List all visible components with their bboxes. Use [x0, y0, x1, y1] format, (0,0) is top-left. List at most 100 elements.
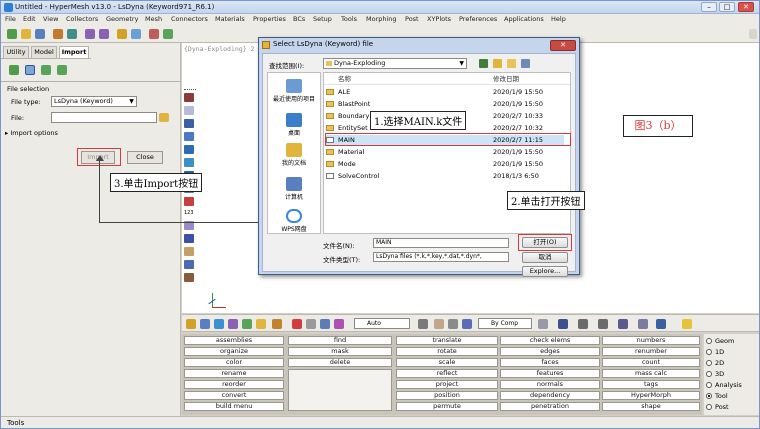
radio-post[interactable]: Post [706, 402, 729, 412]
look-in-select[interactable]: Dyna-Exploding ▼ [323, 58, 467, 69]
tags-button[interactable]: tags [602, 380, 700, 389]
toolbar-icon-13[interactable] [434, 319, 444, 329]
file-row-ale[interactable]: ALE 2020/1/9 15:50 [326, 87, 564, 97]
tab-import[interactable]: Import [59, 46, 89, 58]
display-icon[interactable] [184, 93, 194, 102]
star-icon[interactable] [682, 319, 692, 329]
numbers-label[interactable]: 123 [184, 210, 194, 217]
menu-post[interactable]: Post [405, 15, 419, 23]
place-desktop[interactable]: 桌面 [268, 113, 320, 137]
radio-analysis[interactable]: Analysis [706, 380, 742, 390]
count-button[interactable]: count [602, 358, 700, 367]
organize-button[interactable]: organize [184, 347, 284, 356]
toolbar-icon-11[interactable] [334, 319, 344, 329]
menu-materials[interactable]: Materials [215, 15, 245, 23]
toolbar-icon-15[interactable] [462, 319, 472, 329]
radio-tool[interactable]: Tool [706, 391, 728, 401]
toolbar-icon-21[interactable] [638, 319, 648, 329]
toolbar-icon-22[interactable] [656, 319, 666, 329]
tab-utility[interactable]: Utility [3, 46, 29, 58]
pan-icon[interactable] [117, 29, 127, 39]
file-input[interactable] [51, 112, 157, 123]
undo-icon[interactable] [85, 29, 95, 39]
radio-2d[interactable]: 2D [706, 358, 724, 368]
menu-morphing[interactable]: Morphing [366, 15, 397, 23]
zoom-icon[interactable] [149, 29, 159, 39]
file-row-mode[interactable]: Mode 2020/1/9 15:50 [326, 159, 564, 169]
toolbar-icon-9[interactable] [306, 319, 316, 329]
menu-connectors[interactable]: Connectors [171, 15, 208, 23]
menu-preferences[interactable]: Preferences [459, 15, 497, 23]
import-geometry-icon[interactable] [25, 65, 35, 75]
reorder-button[interactable]: reorder [184, 380, 284, 389]
numbers-button[interactable]: numbers [602, 336, 700, 345]
toolbar-icon-12[interactable] [418, 319, 428, 329]
hidden-line-icon[interactable] [184, 158, 194, 167]
place-recent[interactable]: 最近使用的项目 [268, 79, 320, 103]
radio-1d[interactable]: 1D [706, 347, 724, 357]
tab-model[interactable]: Model [31, 46, 57, 58]
place-computer[interactable]: 计算机 [268, 177, 320, 201]
color-icon[interactable] [184, 260, 194, 269]
new-folder-icon[interactable] [507, 59, 516, 68]
file-type-select[interactable]: LsDyna (Keyword) ▼ [51, 96, 137, 107]
file-row-material[interactable]: Material 2020/1/9 15:50 [326, 147, 564, 157]
toolbar-icon-7[interactable] [272, 319, 282, 329]
auto-select[interactable]: Auto [354, 318, 410, 329]
mass-calc-button[interactable]: mass calc [602, 369, 700, 378]
convert-button[interactable]: convert [184, 391, 284, 400]
menu-properties[interactable]: Properties [253, 15, 286, 23]
find-button[interactable]: find [288, 336, 392, 345]
redo-icon[interactable] [99, 29, 109, 39]
tag-icon[interactable] [184, 197, 194, 206]
radio-3d[interactable]: 3D [706, 369, 724, 379]
edges-button[interactable]: edges [500, 347, 600, 356]
toolbar-icon-18[interactable] [578, 319, 588, 329]
plot-icon[interactable] [184, 273, 194, 282]
toolbar-icon-14[interactable] [448, 319, 458, 329]
file-row-blastpoint[interactable]: BlastPoint 2020/1/9 15:50 [326, 99, 564, 109]
close-button[interactable]: ✕ [738, 2, 754, 12]
maximize-button[interactable]: □ [719, 2, 735, 12]
save-icon[interactable] [35, 29, 45, 39]
view-menu-icon[interactable] [521, 59, 530, 68]
import-solver-icon[interactable] [41, 65, 51, 75]
menu-geometry[interactable]: Geometry [106, 15, 138, 23]
wireframe-icon[interactable] [184, 145, 194, 154]
axes-icon[interactable] [184, 234, 194, 243]
scale-button[interactable]: scale [396, 358, 498, 367]
radio-geom[interactable]: Geom [706, 336, 734, 346]
new-icon[interactable] [7, 29, 17, 39]
element-icon[interactable] [184, 106, 194, 115]
rotate-button[interactable]: rotate [396, 347, 498, 356]
reflect-button[interactable]: reflect [396, 369, 498, 378]
toolbar-icon-10[interactable] [320, 319, 330, 329]
menu-bcs[interactable]: BCs [293, 15, 305, 23]
menu-edit[interactable]: Edit [23, 15, 36, 23]
translate-button[interactable]: translate [396, 336, 498, 345]
cancel-button[interactable]: 取消 [522, 252, 568, 263]
toolbar-icon-17[interactable] [558, 319, 568, 329]
toolbar-icon-3[interactable] [214, 319, 224, 329]
renumber-button[interactable]: renumber [602, 347, 700, 356]
import-model-icon[interactable] [9, 65, 19, 75]
assemblies-button[interactable]: assemblies [184, 336, 284, 345]
menu-tools[interactable]: Tools [341, 15, 357, 23]
hypermorph-button[interactable]: HyperMorph [602, 391, 700, 400]
filename-input[interactable]: MAIN [373, 238, 509, 248]
export-icon[interactable] [67, 29, 77, 39]
mesh-icon[interactable] [184, 119, 194, 128]
toolbar-icon-5[interactable] [242, 319, 252, 329]
by-comp-select[interactable]: By Comp [478, 318, 532, 329]
penetration-button[interactable]: penetration [500, 402, 600, 411]
dialog-close-button[interactable]: ✕ [550, 40, 576, 51]
import-icon[interactable] [53, 29, 63, 39]
toolbar-icon-2[interactable] [200, 319, 210, 329]
toolbar-icon-6[interactable] [256, 319, 266, 329]
column-date-header[interactable]: 修改日期 [493, 74, 519, 84]
browse-folder-icon[interactable] [159, 113, 169, 122]
column-name-header[interactable]: 名称 [338, 74, 351, 84]
explore-button[interactable]: Explore... [522, 266, 568, 277]
mask-button[interactable]: mask [288, 347, 392, 356]
back-icon[interactable] [479, 59, 488, 68]
